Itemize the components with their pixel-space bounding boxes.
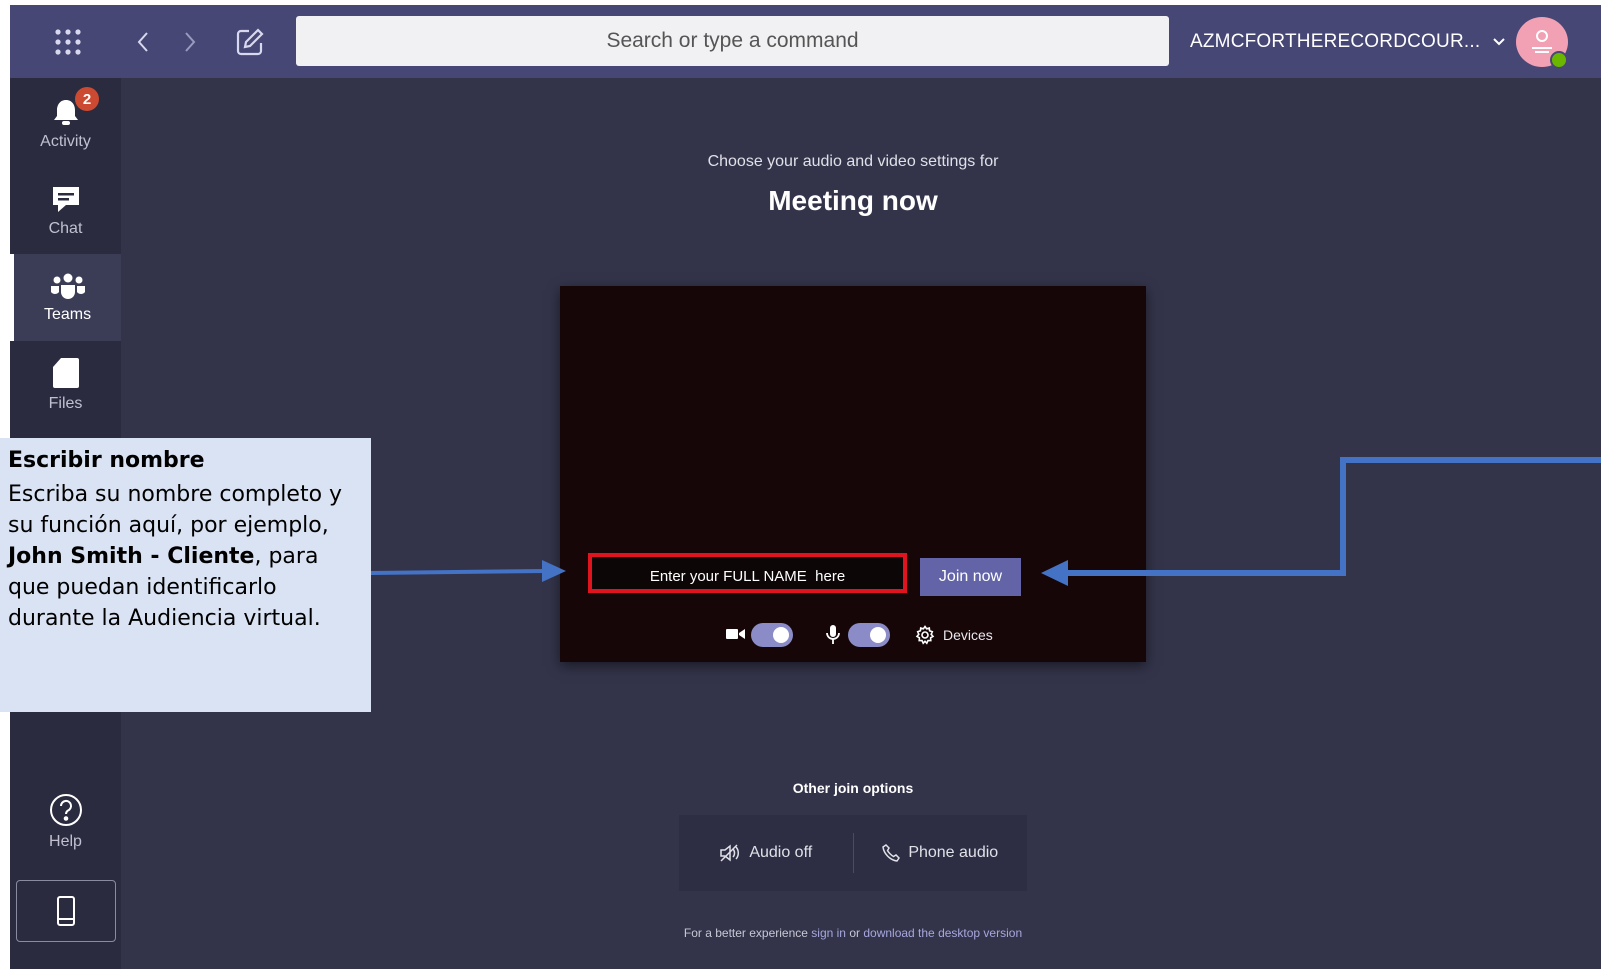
phone-icon — [882, 844, 901, 862]
other-join-options-label: Other join options — [792, 780, 914, 796]
sign-in-link[interactable]: sign in — [811, 926, 846, 940]
footer-message: For a better experience sign in or downl… — [683, 926, 1023, 940]
speaker-off-icon — [720, 844, 740, 862]
rail-item-chat[interactable]: Chat — [10, 167, 121, 254]
forward-icon[interactable] — [175, 5, 205, 78]
rail-item-teams[interactable]: Teams — [10, 254, 121, 341]
callout-title: Escribir nombre — [8, 448, 205, 473]
rail-item-help[interactable]: Help — [10, 778, 121, 865]
mobile-device-icon — [57, 896, 75, 926]
audio-off-button[interactable]: Audio off — [679, 815, 853, 891]
compose-icon[interactable] — [230, 5, 270, 78]
chat-icon — [52, 186, 79, 212]
devices-label: Devices — [943, 627, 993, 643]
instruction-callout: Escribir nombre Escriba su nombre comple… — [0, 438, 371, 712]
other-join-options: Audio off Phone audio — [679, 815, 1027, 891]
help-icon — [49, 793, 82, 826]
rail-item-label: Chat — [48, 219, 83, 237]
gear-icon — [915, 625, 935, 645]
callout-body: Escriba su nombre completo y su función … — [8, 482, 343, 631]
rail-item-label: Help — [49, 832, 82, 850]
meeting-title: Meeting now — [768, 185, 938, 216]
rail-item-label: Files — [48, 394, 83, 412]
notification-badge: 2 — [75, 87, 99, 111]
video-preview: Join now Devices — [560, 286, 1146, 662]
camera-toggle[interactable] — [751, 623, 793, 647]
tenant-switcher[interactable]: AZMCFORTHERECORDCOUR... — [1190, 5, 1506, 78]
audio-off-label: Audio off — [749, 844, 813, 861]
rail-item-label: Teams — [43, 305, 92, 323]
file-icon — [52, 357, 79, 388]
tenant-name: AZMCFORTHERECORDCOUR... — [1190, 30, 1481, 52]
download-desktop-link[interactable]: download the desktop version — [863, 926, 1022, 940]
rail-item-label: Activity — [40, 132, 91, 150]
search-input[interactable] — [296, 16, 1169, 66]
avatar-icon — [1532, 30, 1552, 53]
apps-grid-icon[interactable] — [48, 5, 88, 78]
join-now-button[interactable]: Join now — [920, 558, 1021, 596]
settings-subtitle: Choose your audio and video settings for — [707, 153, 999, 170]
mobile-app-button[interactable] — [16, 880, 116, 942]
phone-audio-button[interactable]: Phone audio — [854, 815, 1028, 891]
rail-item-files[interactable]: Files — [10, 341, 121, 428]
back-icon[interactable] — [128, 5, 158, 78]
teams-icon — [50, 273, 85, 299]
full-name-input[interactable] — [588, 553, 907, 593]
microphone-icon — [826, 625, 840, 644]
top-bar: AZMCFORTHERECORDCOUR... — [10, 5, 1601, 78]
rail-item-activity[interactable]: Activity 2 — [10, 80, 121, 167]
chevron-down-icon — [1493, 37, 1506, 45]
microphone-toggle[interactable] — [848, 623, 890, 647]
presence-available-icon — [1550, 51, 1568, 69]
phone-audio-label: Phone audio — [908, 844, 999, 861]
devices-button[interactable]: Devices — [915, 623, 993, 647]
camera-icon — [726, 629, 745, 639]
